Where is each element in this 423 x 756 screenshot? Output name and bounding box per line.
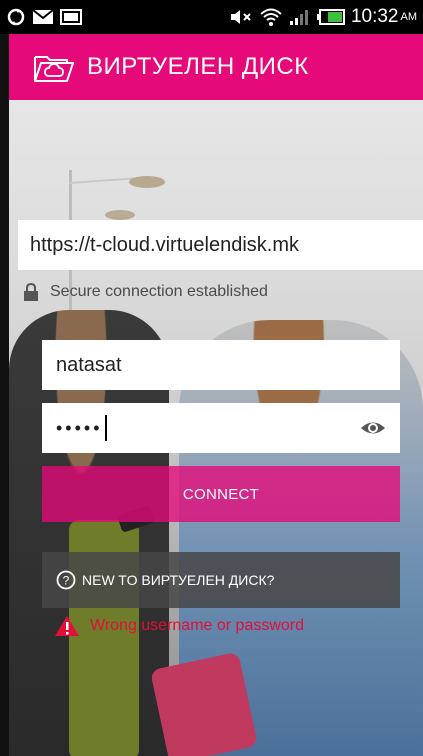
show-password-icon[interactable]: [360, 416, 386, 440]
username-value: natasat: [56, 353, 122, 376]
image-icon: [60, 9, 82, 25]
app-title: ВИРТУЕЛЕН ДИСК: [87, 53, 309, 80]
password-field[interactable]: •••••: [42, 403, 400, 453]
cloud-folder-icon: [34, 56, 74, 82]
wifi-icon: [260, 8, 282, 26]
mail-icon: [32, 9, 54, 24]
new-account-button[interactable]: ? NEW TO ВИРТУЕЛЕН ДИСК?: [42, 552, 400, 608]
help-icon: ?: [56, 570, 76, 590]
connect-label: CONNECT: [182, 485, 260, 503]
street-lamp-head-2: [105, 210, 135, 220]
sync-icon: [7, 8, 25, 26]
error-text: Wrong username or password: [90, 617, 305, 634]
server-url-value: https://t-cloud.virtuelendisk.mk: [30, 233, 299, 256]
warning-icon: [55, 616, 79, 636]
password-value: •••••: [56, 417, 103, 438]
battery-icon: [316, 9, 345, 25]
secure-connection-text: Secure connection established: [50, 283, 268, 300]
login-error: Wrong username or password: [54, 614, 304, 638]
server-url-field[interactable]: https://t-cloud.virtuelendisk.mk: [18, 220, 423, 270]
status-ampm: AM: [400, 11, 418, 23]
username-field[interactable]: natasat: [42, 340, 400, 390]
connect-button[interactable]: CONNECT: [42, 466, 400, 522]
svg-text:?: ?: [63, 574, 70, 588]
secure-connection-status: Secure connection established: [22, 280, 268, 304]
signal-icon: [289, 10, 308, 25]
app-bar: ВИРТУЕЛЕН ДИСК: [9, 34, 423, 100]
status-bar-right: 10:32 AM: [229, 6, 417, 28]
new-account-label: NEW TO ВИРТУЕЛЕН ДИСК?: [82, 572, 275, 588]
mute-icon: [230, 10, 251, 24]
status-bar: 10:32 AM: [0, 0, 423, 34]
street-lamp-head: [129, 176, 165, 188]
lock-icon: [24, 283, 38, 301]
text-cursor: [104, 415, 107, 441]
status-bar-left: [6, 7, 82, 27]
status-time: 10:32: [350, 6, 399, 27]
